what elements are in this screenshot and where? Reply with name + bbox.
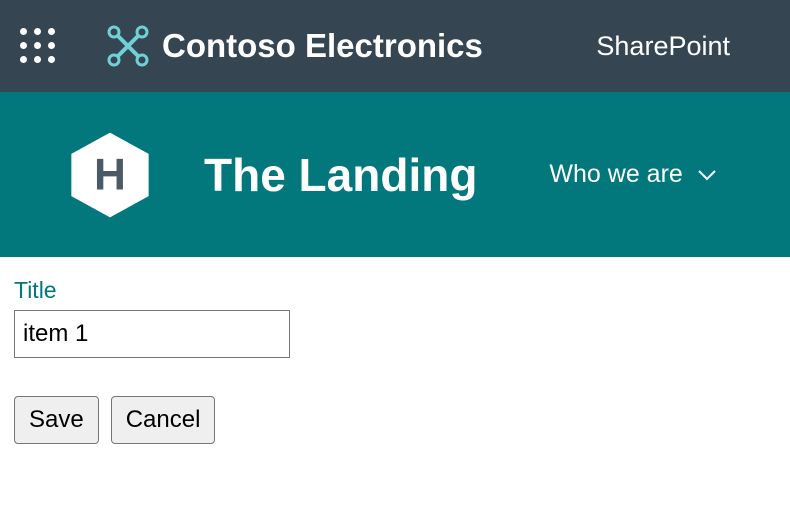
button-row: Save Cancel: [14, 396, 776, 444]
site-header: H The Landing Who we are: [0, 92, 790, 257]
app-launcher-icon[interactable]: [20, 28, 56, 64]
nav-who-we-are[interactable]: Who we are: [549, 160, 716, 189]
site-logo-icon[interactable]: H: [64, 129, 156, 221]
brand-logo-icon: [106, 24, 150, 68]
title-label: Title: [14, 277, 776, 304]
cancel-button[interactable]: Cancel: [111, 396, 216, 444]
form-area: Title Save Cancel: [0, 257, 790, 464]
nav-item-label: Who we are: [549, 160, 682, 189]
save-button[interactable]: Save: [14, 396, 99, 444]
site-title[interactable]: The Landing: [204, 148, 477, 202]
brand-area: Contoso Electronics: [106, 24, 596, 68]
product-name[interactable]: SharePoint: [596, 31, 730, 62]
svg-text:H: H: [94, 150, 126, 199]
suite-bar: Contoso Electronics SharePoint: [0, 0, 790, 92]
title-input[interactable]: [14, 310, 290, 358]
chevron-down-icon: [697, 169, 717, 181]
brand-name: Contoso Electronics: [162, 27, 483, 65]
